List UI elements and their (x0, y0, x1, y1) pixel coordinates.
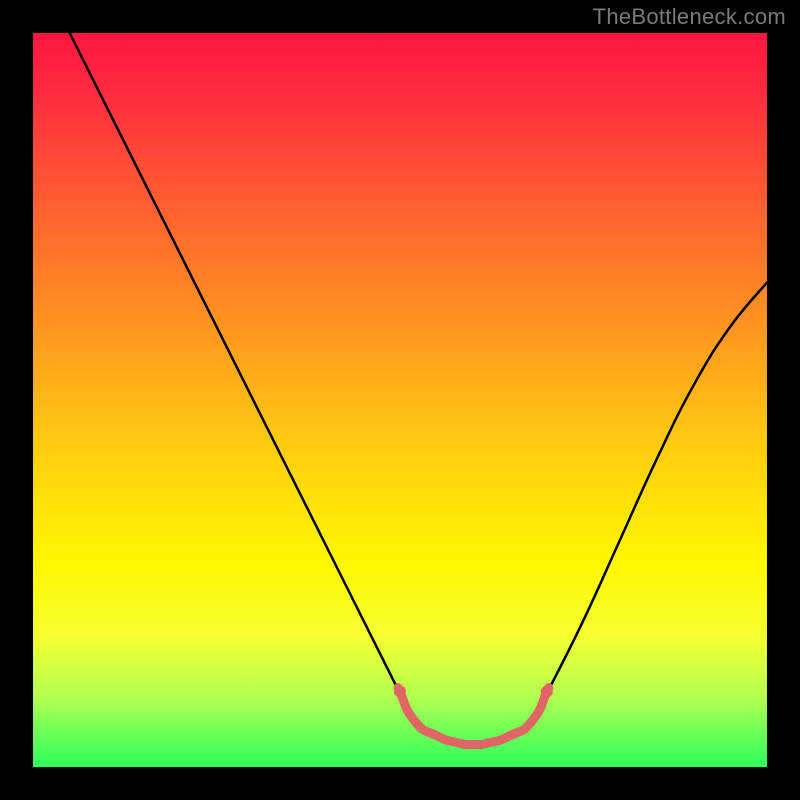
watermark-text: TheBottleneck.com (593, 4, 786, 30)
highlight-dot-right (541, 686, 553, 698)
bottleneck-curve (70, 33, 767, 746)
optimal-range-highlight (394, 686, 553, 745)
plot-area (33, 33, 767, 767)
chart-container: TheBottleneck.com (0, 0, 800, 800)
highlight-band (398, 688, 549, 745)
curve-layer (33, 33, 767, 767)
